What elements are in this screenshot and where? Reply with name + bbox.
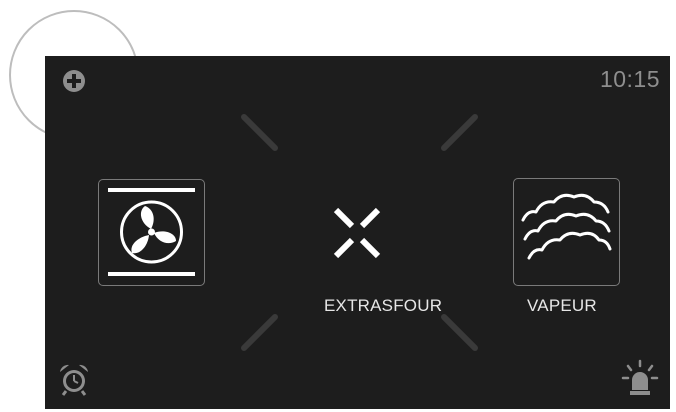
alarm-clock-icon (60, 364, 88, 396)
extrasfour-mode-button[interactable] (327, 203, 387, 263)
oven-light-icon (621, 359, 659, 395)
light-button[interactable] (620, 358, 660, 398)
steam-icon (521, 193, 612, 260)
extrasfour-cross-icon (333, 207, 381, 259)
fan-oven-mode-button[interactable] (98, 179, 205, 286)
vapeur-label: VAPEUR (527, 296, 597, 315)
oven-display-screen: 10:15 EXTRASFOUR VAPEUR (45, 56, 670, 409)
extrasfour-label: EXTRASFOUR (324, 296, 443, 315)
vapeur-mode-button[interactable] (513, 178, 620, 286)
timer-button[interactable] (57, 362, 91, 396)
fan-oven-icon (108, 188, 195, 276)
